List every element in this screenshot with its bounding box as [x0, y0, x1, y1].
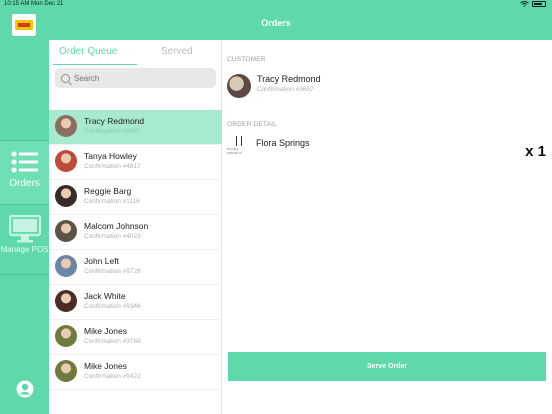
left-nav-rail: Orders Manage POS	[0, 40, 49, 414]
status-time: 10:15 AM Mon Dec 21	[4, 1, 64, 7]
status-icons	[520, 1, 546, 7]
status-bar: 10:15 AM Mon Dec 21	[0, 0, 552, 10]
nav-orders[interactable]: Orders	[0, 140, 49, 205]
item-name: Flora Springs	[256, 138, 310, 148]
order-confirmation: Confirmation #3768	[84, 338, 141, 345]
order-customer-name: Mike Jones	[84, 326, 127, 336]
wifi-icon	[520, 1, 529, 7]
order-list-panel: Order Queue Served Tracy Redmond Confirma…	[49, 40, 222, 414]
order-row[interactable]: Mike Jones Confirmation #9422	[49, 355, 222, 390]
user-icon	[16, 380, 33, 398]
order-confirmation: Confirmation #9728	[84, 268, 141, 275]
customer-name: Tracy Redmond	[257, 74, 321, 84]
order-confirmation: Confirmation #1116	[84, 198, 140, 205]
order-customer-name: Malcom Johnson	[84, 221, 149, 231]
order-confirmation: Confirmation #4817	[84, 163, 141, 170]
order-list: Tracy Redmond Confirmation #3657 Tanya How…	[49, 110, 222, 390]
header-bar: Orders	[0, 10, 552, 40]
order-customer-name: Jack White	[84, 291, 126, 301]
page-title: Orders	[261, 18, 291, 28]
customer-avatar	[55, 150, 77, 172]
order-row[interactable]: Mike Jones Confirmation #3768	[49, 320, 222, 355]
order-row[interactable]: John Left Confirmation #9728	[49, 250, 222, 285]
customer-confirmation: Confirmation #3657	[257, 86, 314, 93]
customer-avatar	[227, 74, 251, 98]
app-window: 10:15 AM Mon Dec 21 Orders Orders Manage…	[0, 0, 552, 414]
order-detail-section-label: ORDER DETAIL	[227, 121, 277, 128]
order-confirmation: Confirmation #4023	[84, 233, 141, 240]
search-input[interactable]	[74, 73, 204, 83]
order-confirmation: Confirmation #9422	[84, 373, 141, 380]
customer-section-label: CUSTOMER	[227, 56, 266, 63]
item-logo-text: FLORA SPRINGS	[227, 147, 243, 155]
customer-avatar	[55, 220, 77, 242]
customer-avatar	[55, 115, 77, 137]
search-bar[interactable]	[55, 68, 216, 88]
order-row[interactable]: Jack White Confirmation #9346	[49, 285, 222, 320]
serve-order-button[interactable]: Serve Order	[228, 352, 546, 381]
customer-avatar	[55, 325, 77, 347]
customer-avatar	[55, 360, 77, 382]
nav-profile[interactable]	[0, 380, 49, 404]
order-row[interactable]: Tanya Howley Confirmation #4817	[49, 145, 222, 180]
order-row[interactable]: Tracy Redmond Confirmation #3657	[49, 110, 222, 145]
order-customer-name: Tracy Redmond	[84, 116, 145, 126]
item-quantity: x 1	[525, 143, 546, 160]
tab-served[interactable]: Served	[161, 46, 193, 57]
customer-avatar	[55, 185, 77, 207]
order-confirmation: Confirmation #9346	[84, 303, 141, 310]
item-logo: FLORA SPRINGS	[227, 136, 251, 160]
nav-manage-pos-label: Manage POS	[0, 245, 49, 254]
order-detail-panel: CUSTOMER Tracy Redmond Confirmation #365…	[222, 40, 552, 414]
nav-manage-pos[interactable]: Manage POS	[0, 210, 49, 275]
order-customer-name: Mike Jones	[84, 361, 127, 371]
customer-avatar	[55, 255, 77, 277]
order-confirmation: Confirmation #3657	[84, 128, 141, 135]
battery-icon	[532, 1, 546, 7]
order-customer-name: Reggie Barg	[84, 186, 132, 196]
active-tab-indicator	[53, 64, 137, 65]
order-tabs: Order Queue Served	[49, 40, 222, 66]
order-row[interactable]: Malcom Johnson Confirmation #4023	[49, 215, 222, 250]
order-row[interactable]: Reggie Barg Confirmation #1116	[49, 180, 222, 215]
order-customer-name: John Left	[84, 256, 119, 266]
customer-avatar	[55, 290, 77, 312]
search-icon	[61, 73, 70, 83]
monitor-icon	[8, 215, 41, 243]
list-icon	[11, 151, 38, 173]
tab-order-queue[interactable]: Order Queue	[59, 46, 117, 57]
nav-orders-label: Orders	[9, 178, 40, 189]
order-customer-name: Tanya Howley	[84, 151, 137, 161]
item-logo-mark	[236, 136, 242, 146]
